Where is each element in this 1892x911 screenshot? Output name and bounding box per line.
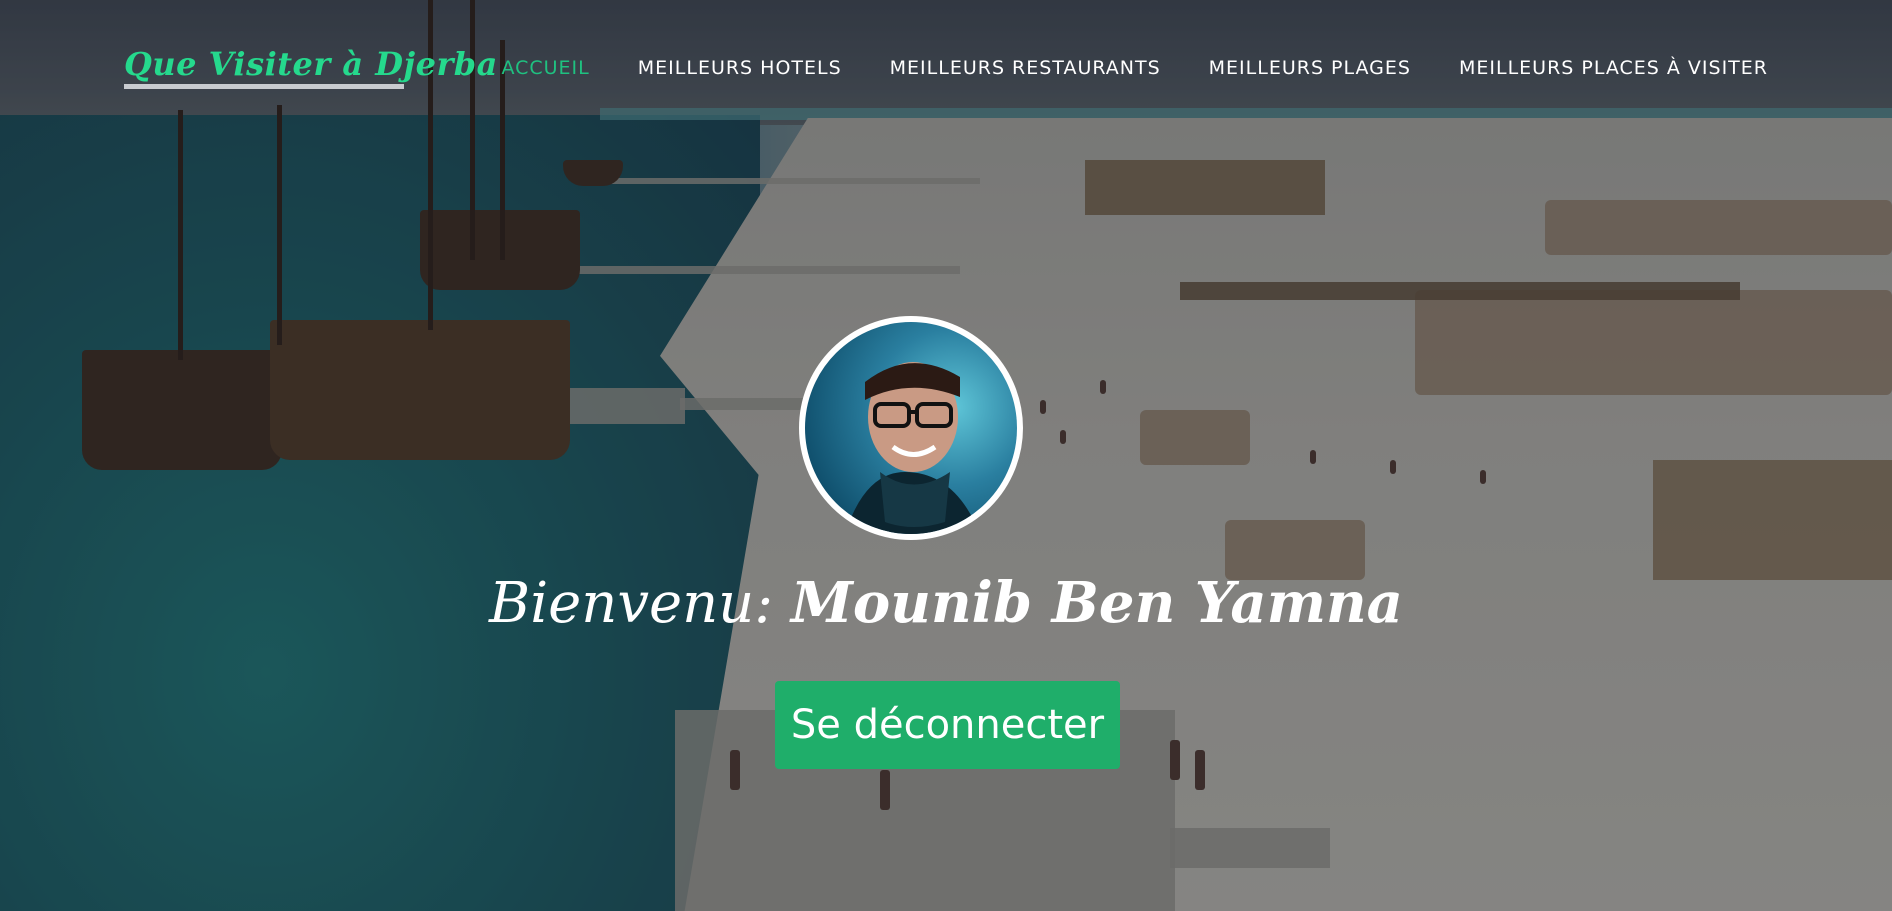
- nav-link-accueil[interactable]: ACCUEIL: [501, 57, 589, 79]
- nav-link-meilleurs-hotels[interactable]: MEILLEURS HOTELS: [638, 57, 842, 79]
- logout-button[interactable]: Se déconnecter: [775, 681, 1120, 769]
- user-avatar: [799, 316, 1023, 540]
- nav-link-meilleurs-places[interactable]: MEILLEURS PLACES À VISITER: [1459, 57, 1768, 79]
- brand-underline: [124, 84, 404, 89]
- nav-link-meilleurs-plages[interactable]: MEILLEURS PLAGES: [1209, 57, 1411, 79]
- avatar-portrait: [845, 362, 980, 534]
- welcome-heading: Bienvenu: Mounib Ben Yamna: [0, 568, 1892, 639]
- top-navbar: Que Visiter à Djerba ACCUEIL MEILLEURS H…: [0, 0, 1892, 125]
- greeting-text: Bienvenu:: [489, 571, 774, 636]
- nav-link-meilleurs-restaurants[interactable]: MEILLEURS RESTAURANTS: [890, 57, 1161, 79]
- main-menu: ACCUEIL MEILLEURS HOTELS MEILLEURS RESTA…: [501, 54, 1768, 82]
- user-name: Mounib Ben Yamna: [790, 570, 1403, 636]
